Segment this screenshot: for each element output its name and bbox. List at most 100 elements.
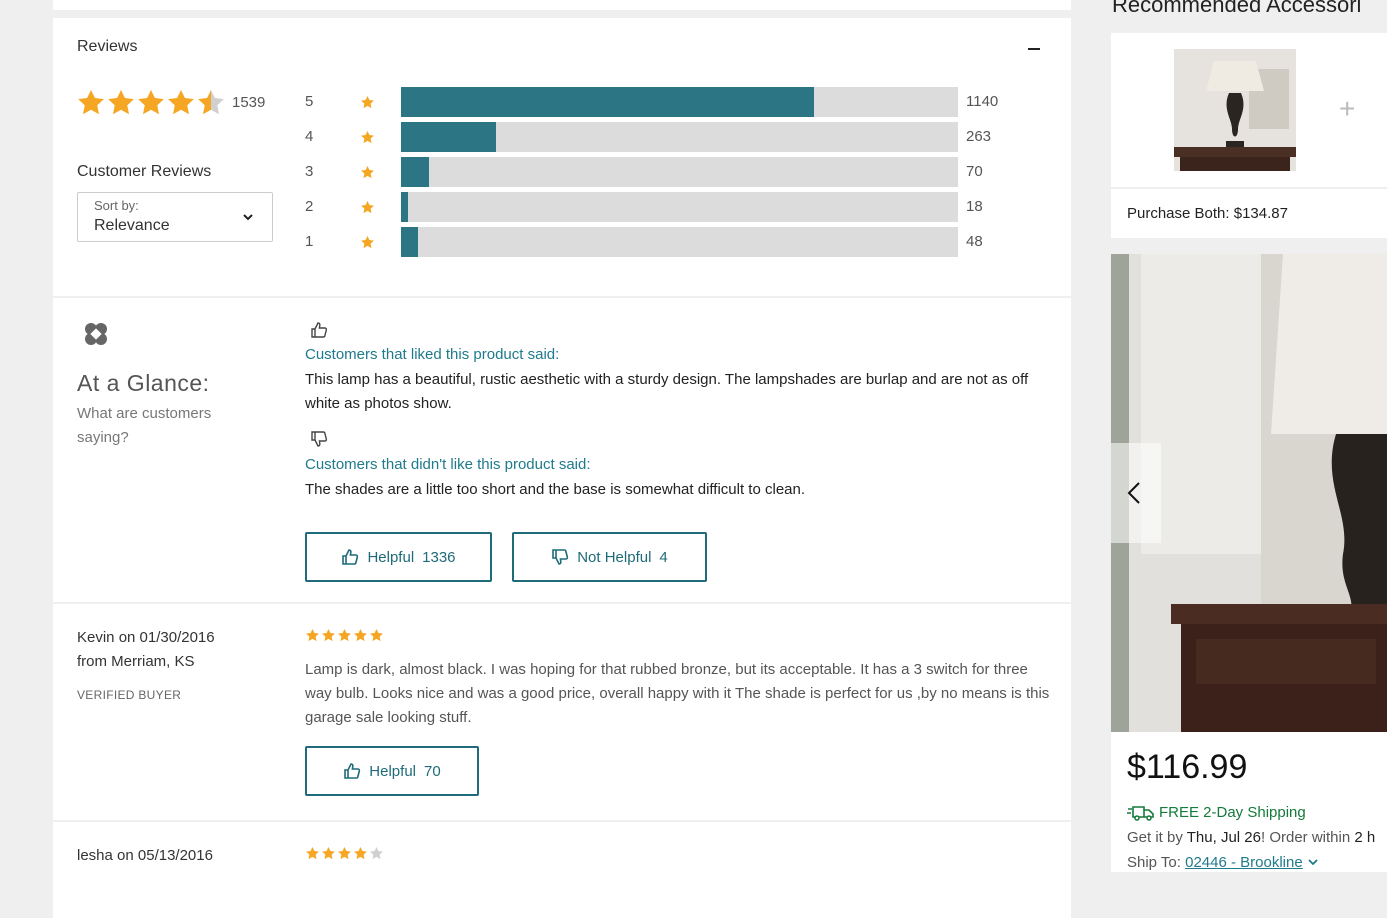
not-helpful-label: Not Helpful — [577, 548, 652, 566]
thumbs-down-icon — [552, 549, 569, 565]
glance-title: At a Glance: — [77, 370, 210, 396]
rating-bar-track — [401, 87, 958, 117]
star-icon — [198, 89, 224, 115]
star-icon — [108, 89, 134, 115]
rating-row-stars: 2 — [305, 198, 314, 215]
chevron-left-icon — [1127, 482, 1140, 504]
customer-reviews-label: Customer Reviews — [77, 163, 212, 180]
delivery-date: Thu, Jul 26 — [1186, 829, 1261, 846]
rating-row-5[interactable]: 5 1140 — [305, 87, 1005, 117]
rating-row-count: 18 — [966, 198, 983, 215]
star-icon — [338, 628, 351, 642]
rating-bar-fill — [401, 157, 429, 187]
delivery-estimate: Get it by Thu, Jul 26! Order within 2 h — [1127, 829, 1375, 846]
rating-bar-fill — [401, 122, 497, 152]
divider — [53, 820, 1071, 822]
sort-label: Sort by: — [94, 198, 139, 213]
rating-row-stars: 5 — [305, 93, 314, 110]
thumbs-down-icon — [311, 431, 328, 447]
recommended-card[interactable]: + — [1111, 33, 1387, 187]
review-author: Kevin on 01/30/2016 — [77, 629, 215, 646]
star-icon — [361, 165, 374, 179]
order-within-time: 2 h — [1354, 829, 1376, 846]
shipping-label: FREE 2-Day Shipping — [1159, 804, 1306, 821]
rating-row-count: 1140 — [966, 93, 999, 110]
plus-icon: + — [1339, 93, 1356, 124]
star-icon — [322, 628, 335, 642]
price-box: $116.99 FREE 2-Day Shipping Get it by Th… — [1111, 732, 1387, 872]
glance-icon — [85, 323, 107, 345]
not-helpful-button[interactable]: Not Helpful 4 — [512, 532, 707, 582]
rating-bar-fill — [401, 87, 814, 117]
disliked-heading: Customers that didn't like this product … — [305, 456, 591, 473]
helpful-label: Helpful — [367, 548, 415, 566]
helpful-label: Helpful — [369, 762, 416, 780]
rating-bar-track — [401, 227, 958, 257]
star-icon — [361, 130, 374, 144]
star-icon — [78, 89, 104, 115]
rating-row-count: 48 — [966, 233, 983, 250]
average-rating-stars — [76, 88, 226, 118]
chevron-down-icon — [243, 214, 253, 221]
collapse-icon[interactable] — [1028, 48, 1040, 50]
review-rating-stars — [305, 628, 384, 643]
sort-dropdown[interactable]: Sort by: Relevance — [77, 192, 273, 242]
purchase-both-label: Purchase Both: $134.87 — [1127, 205, 1288, 222]
rating-row-1[interactable]: 1 48 — [305, 227, 1005, 257]
rating-row-stars: 1 — [305, 233, 314, 250]
star-icon — [354, 628, 367, 642]
rating-bar-fill — [401, 192, 408, 222]
review-rating-stars — [305, 846, 384, 861]
star-icon — [370, 846, 383, 860]
verified-buyer-badge: VERIFIED BUYER — [77, 688, 182, 702]
rating-bar-track — [401, 122, 958, 152]
review-helpful-button[interactable]: Helpful 70 — [305, 746, 479, 796]
star-icon — [370, 628, 383, 642]
thumbs-up-icon — [311, 322, 328, 338]
star-icon — [361, 200, 374, 214]
star-icon — [168, 89, 194, 115]
rating-row-count: 70 — [966, 163, 983, 180]
purchase-both[interactable]: Purchase Both: $134.87 — [1111, 189, 1387, 238]
star-icon — [361, 95, 374, 109]
star-icon — [306, 628, 319, 642]
star-icon — [361, 235, 374, 249]
helpful-count: 70 — [424, 762, 441, 780]
divider — [53, 602, 1071, 604]
recommended-accessories-title: Recommended Accessori — [1112, 0, 1362, 17]
lamp-thumbnail — [1174, 49, 1296, 171]
star-icon — [338, 846, 351, 860]
divider — [53, 296, 1071, 298]
ship-to: Ship To: 02446 - Brookline — [1127, 854, 1319, 871]
review-location: from Merriam, KS — [77, 653, 195, 670]
liked-heading: Customers that liked this product said: — [305, 346, 560, 363]
rating-row-3[interactable]: 3 70 — [305, 157, 1005, 187]
rating-row-stars: 3 — [305, 163, 314, 180]
rating-row-2[interactable]: 2 18 — [305, 192, 1005, 222]
reviews-panel: Reviews 1539 5 1140 4 263 3 70 2 18 1 48 Customer… — [53, 18, 1071, 918]
rating-row-4[interactable]: 4 263 — [305, 122, 1005, 152]
reviews-title: Reviews — [77, 38, 138, 55]
shipping-info: FREE 2-Day Shipping — [1127, 804, 1306, 821]
helpful-button[interactable]: Helpful 1336 — [305, 532, 492, 582]
rating-bar-track — [401, 192, 958, 222]
disliked-text: The shades are a little too short and th… — [305, 481, 806, 498]
ship-to-label: Ship To: — [1127, 854, 1186, 871]
review-author: lesha on 05/13/2016 — [77, 847, 213, 864]
top-strip — [53, 0, 1071, 10]
ship-to-location-link[interactable]: 02446 - Brookline — [1185, 854, 1303, 871]
thumbs-up-icon — [342, 549, 359, 565]
get-it-by-prefix: Get it by — [1127, 829, 1187, 846]
truck-icon — [1127, 805, 1154, 821]
glance-subtitle: What are customers saying? — [77, 405, 212, 446]
order-within-text: ! Order within — [1260, 829, 1355, 846]
rating-row-count: 263 — [966, 128, 992, 145]
star-icon — [138, 89, 164, 115]
rating-row-stars: 4 — [305, 128, 314, 145]
accessory-image[interactable] — [1174, 49, 1296, 171]
carousel-prev-button[interactable] — [1111, 443, 1161, 543]
thumbs-up-icon — [344, 763, 361, 779]
helpful-count: 1336 — [422, 548, 456, 566]
not-helpful-count: 4 — [659, 548, 668, 566]
rating-bar-track — [401, 157, 958, 187]
